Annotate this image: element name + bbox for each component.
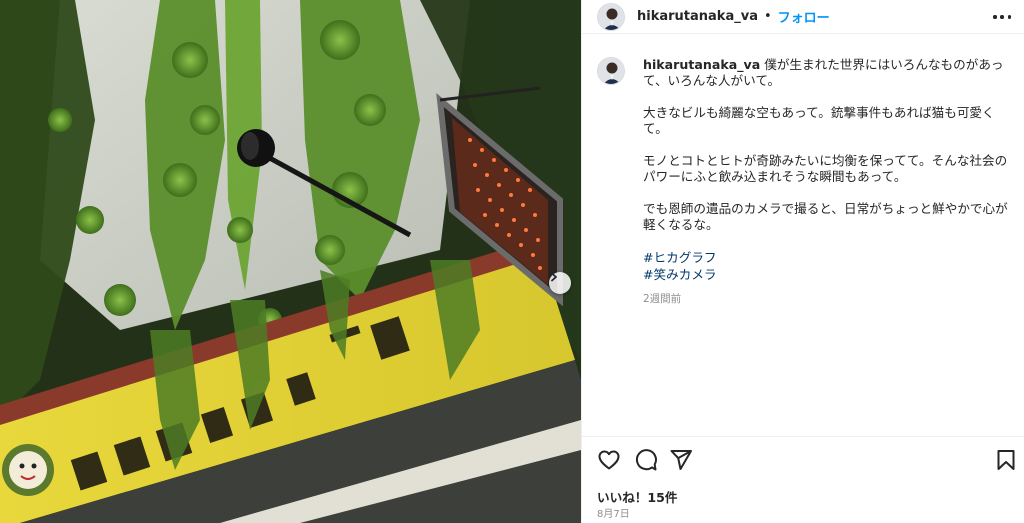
- paper-plane-icon: [670, 450, 692, 470]
- photo-scene: [0, 0, 581, 523]
- caption-paragraph: でも恩師の遺品のカメラで撮ると、日常がちょっと鮮やかで心が軽くなるな。: [643, 201, 1008, 232]
- hashtag-list: #ヒカグラフ #笑みカメラ: [643, 249, 1013, 283]
- action-bar: いいね！15件 8月7日: [582, 436, 1024, 523]
- post-time-ago: 2週間前: [643, 293, 682, 305]
- post-details-panel: hikarutanaka_va • フォロー hikarutanaka_va 僕…: [581, 0, 1024, 523]
- heart-icon: [598, 450, 620, 470]
- header-username[interactable]: hikarutanaka_va: [637, 9, 758, 24]
- post-header: hikarutanaka_va • フォロー: [582, 0, 1024, 34]
- profile-picture: [598, 3, 624, 30]
- hashtag-link[interactable]: #笑みカメラ: [643, 266, 1013, 283]
- likes-count[interactable]: いいね！15件: [597, 487, 678, 506]
- caption-paragraph: モノとコトとヒトが奇跡みたいに均衡を保ってて。そんな社会のパワーにふと飲み込まれ…: [643, 153, 1008, 184]
- caption-paragraph: hikarutanaka_va 僕が生まれた世界にはいろんなものがあって、いろん…: [643, 57, 1013, 89]
- bookmark-icon: [997, 450, 1015, 470]
- post-photo[interactable]: [0, 0, 581, 523]
- comment-button[interactable]: [634, 448, 658, 472]
- caption-paragraph: 大きなビルも綺麗な空もあって。銃撃事件もあれば猫も可愛くて。: [643, 105, 995, 136]
- next-photo-button[interactable]: [549, 272, 571, 294]
- caption-body: hikarutanaka_va 僕が生まれた世界にはいろんなものがあって、いろん…: [643, 57, 1013, 307]
- follow-button[interactable]: フォロー: [778, 7, 830, 26]
- save-button[interactable]: [994, 448, 1018, 472]
- avatar[interactable]: [597, 2, 625, 31]
- chevron-right-icon: [551, 272, 557, 282]
- more-options-icon[interactable]: [993, 9, 1011, 25]
- share-button[interactable]: [669, 448, 693, 472]
- caption: hikarutanaka_va 僕が生まれた世界にはいろんなものがあって、いろん…: [597, 57, 1017, 307]
- hashtag-link[interactable]: #ヒカグラフ: [643, 249, 1013, 266]
- header-separator: •: [763, 9, 772, 24]
- like-button[interactable]: [597, 448, 621, 472]
- post-date: 8月7日: [597, 509, 630, 520]
- profile-picture: [598, 58, 624, 84]
- caption-avatar[interactable]: [597, 57, 625, 85]
- caption-username[interactable]: hikarutanaka_va: [643, 57, 760, 72]
- comment-icon: [635, 449, 657, 471]
